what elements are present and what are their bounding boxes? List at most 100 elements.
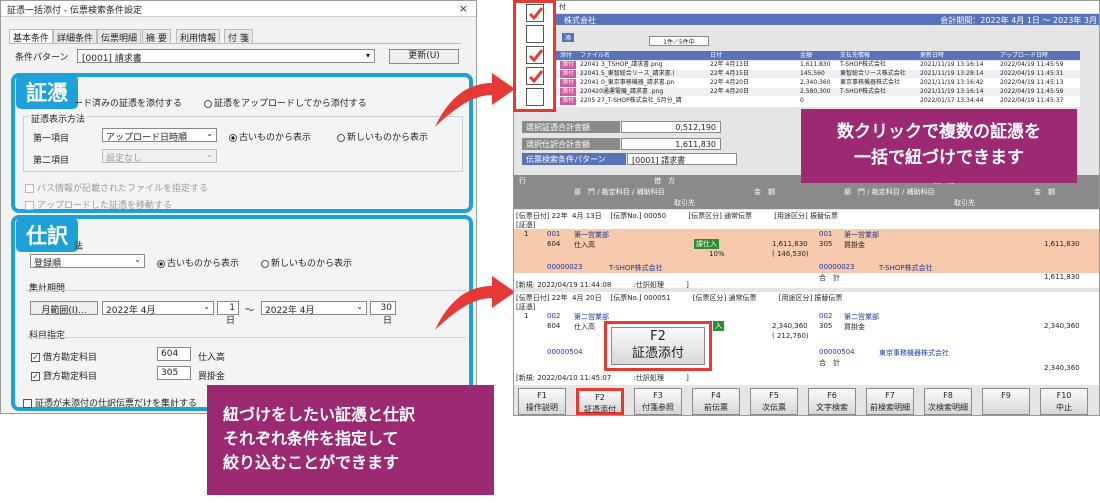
- second-item-value: 設定なし: [106, 154, 143, 164]
- total-journal-label: 選択仕訳合計金額: [522, 138, 620, 150]
- checkbox-checked-icon: ✓: [31, 353, 40, 362]
- entry1-debit-amount: 1,611,830: [772, 240, 808, 248]
- to-day-input[interactable]: 30日: [370, 301, 396, 326]
- debit-account-name: 仕入高: [198, 353, 226, 363]
- grid-row[interactable]: 添付 2205 27_T-SHOP株式会社_5月分_請 0 2022/01/17 13…: [540, 97, 1080, 105]
- function-key-f9[interactable]: F9: [982, 388, 1030, 415]
- function-key-code: F6: [827, 391, 837, 400]
- grid-cell: 2022/04/19 11:45:37: [1000, 97, 1064, 104]
- function-key-f8[interactable]: F8 次検索明細: [924, 388, 972, 415]
- attach-checkbox-checked[interactable]: [526, 67, 544, 85]
- entry2-total: 2,340,360: [1044, 364, 1080, 372]
- function-key-f6[interactable]: F6 文字検索: [808, 388, 856, 415]
- from-day-input[interactable]: 1日: [217, 301, 239, 326]
- grid-cell: 22年 4月20日: [710, 88, 749, 95]
- attach-checkbox-checked[interactable]: [526, 46, 544, 64]
- checkbox-checked-icon: ✓: [31, 372, 40, 381]
- credit-account-check[interactable]: ✓ 貸方勘定科目: [31, 369, 97, 382]
- voucher-order-new[interactable]: 新しいものから表示: [337, 130, 428, 143]
- grid-cell: 2022/04/19 11:45:59: [1000, 88, 1064, 95]
- grid-row[interactable]: 添付 22041 0_東京事務機器_請求書.pn 22年 4月20日 2,340,36…: [540, 79, 1080, 87]
- tab-detail[interactable]: 詳細条件: [53, 29, 98, 44]
- first-item-select[interactable]: アップロード日時順 ⌄: [102, 128, 217, 143]
- function-key-f7[interactable]: F7 前検索明細: [866, 388, 914, 415]
- grid-col-file: ファイル名: [580, 52, 611, 59]
- journal-method-value: 登録順: [34, 259, 62, 269]
- journal-col-debit: 借 方: [654, 177, 675, 185]
- unattached-only-check[interactable]: 証憑が未添付の仕訳伝票だけを集計する: [23, 396, 197, 409]
- journal-method-select[interactable]: 登録順 ⌄: [30, 254, 145, 269]
- credit-code-input[interactable]: 305: [157, 366, 191, 380]
- voucher-order-old[interactable]: 古いものから表示: [229, 130, 311, 143]
- f2-popup-button[interactable]: F2 証憑添付: [611, 327, 705, 365]
- tab-usage[interactable]: 利用情報: [176, 29, 221, 44]
- grid-col-amount: 金額: [800, 52, 813, 59]
- grid-row[interactable]: 添付 220420通運電機_請求書 .png 22年 4月20日 2,580,300 T…: [540, 88, 1080, 96]
- tab-sticky[interactable]: 付 箋: [224, 29, 253, 44]
- right-callout: 数クリックで複数の証憑を 一括で紐づけできます: [801, 109, 1077, 183]
- function-key-f2[interactable]: F2 証憑添付: [576, 388, 624, 415]
- entry2-debit-acct-code: 604: [547, 322, 561, 330]
- tab-summary[interactable]: 摘 要: [142, 29, 171, 44]
- function-key-label: 中止: [1056, 403, 1072, 412]
- pattern-select[interactable]: [0001] 請求書 ▾: [77, 49, 375, 64]
- grid-row[interactable]: 添付 22041 3_TSHOP_請求書.png 22年 4月13日 1,611,83…: [540, 61, 1080, 69]
- grid-cell: 添付: [560, 88, 577, 96]
- entry2-debit-partner-code: 00000504: [547, 348, 583, 356]
- to-month-select[interactable]: 2022年 4月 ⌄: [261, 301, 367, 316]
- debit-account-check[interactable]: ✓ 借方勘定科目: [31, 350, 97, 363]
- radio-icon: [261, 259, 269, 268]
- f2-popup-key: F2: [650, 329, 666, 344]
- radio-selected-icon: [157, 259, 165, 268]
- journal-entry-1[interactable]: [伝票日付] 22年 4月 13日 [伝票No.] 00050 [伝票区分] 通…: [514, 210, 1099, 289]
- from-month-value: 2022年 4月: [106, 306, 156, 316]
- entry1-debit-dept-code: 001: [547, 230, 561, 238]
- second-item-select[interactable]: 設定なし ⌄: [102, 149, 217, 164]
- range-tilde: ～: [245, 306, 255, 316]
- entry1-total: 1,611,830: [1044, 273, 1080, 281]
- company-name: 株式会社: [564, 16, 596, 25]
- checkbox-icon: [25, 184, 34, 193]
- grid-cell: T-SHOP株式会社: [840, 61, 886, 68]
- function-key-f4[interactable]: F4 前伝票: [692, 388, 740, 415]
- period-unit-button[interactable]: 月範囲(I)...: [30, 301, 98, 316]
- from-month-select[interactable]: 2022年 4月 ⌄: [102, 301, 214, 316]
- check-path-info[interactable]: パス情報が記載されたファイルを指定する: [25, 181, 208, 194]
- function-key-f1[interactable]: F1 操作説明: [518, 388, 566, 415]
- grid-cell: 2022/04/19 11:45:13: [1000, 79, 1064, 86]
- first-item-label: 第一項目: [33, 134, 70, 144]
- entry2-credit-acct: 買掛金: [844, 323, 865, 331]
- entry2-credit-dept: 第二営業部: [844, 313, 879, 321]
- checkbox-icon: [23, 399, 32, 408]
- function-key-label: 前伝票: [704, 403, 728, 412]
- voucher-option-existing[interactable]: ード済みの証憑を添付する: [74, 96, 182, 109]
- attach-checkbox[interactable]: [526, 25, 544, 43]
- grid-cell: 2021/11/19 13:16:14: [920, 88, 984, 95]
- check-path-info-label: パス情報が記載されたファイルを指定する: [37, 184, 209, 194]
- grid-row[interactable]: 添付 22041 5_東智総合リース_請求書.(22年 4月15日 145,560 東…: [540, 70, 1080, 78]
- tab-voucher-detail[interactable]: 伝票明細: [97, 29, 142, 44]
- journal-order-new[interactable]: 新しいものから表示: [261, 256, 352, 269]
- entry1-credit-partner: T-SHOP株式会社: [879, 264, 933, 272]
- entry1-debit-partner: T-SHOP株式会社: [609, 264, 663, 272]
- voucher-option-upload[interactable]: 証憑をアップロードしてから添付する: [204, 96, 367, 109]
- grid-col-updated: 更新日時: [920, 52, 945, 59]
- function-key-f5[interactable]: F5 次伝票: [750, 388, 798, 415]
- tab-basic[interactable]: 基本条件: [9, 29, 54, 44]
- dialog-title: 証憑一括添付 - 伝票検索条件設定: [1, 1, 476, 17]
- period-divider: [26, 290, 466, 291]
- journal-entry-2[interactable]: [伝票日付] 22年 4月 20日 [伝票No.] 000051 [伝票区分] …: [514, 292, 1099, 385]
- journal-method-label: 法: [74, 242, 84, 252]
- close-icon[interactable]: ×: [459, 2, 468, 15]
- journal-order-old[interactable]: 古いものから表示: [157, 256, 239, 269]
- grid-cell: 2021/11/19 13:28:14: [920, 70, 984, 77]
- function-key-f3[interactable]: F3 付箋参照: [634, 388, 682, 415]
- check-move-uploaded[interactable]: アップロードした証憑を移動する: [25, 198, 172, 211]
- chevron-down-icon: ⌄: [206, 150, 213, 159]
- function-key-f10[interactable]: F10 中止: [1040, 388, 1088, 415]
- debit-code-input[interactable]: 604: [157, 347, 191, 361]
- entry1-credit-amount: 1,611,830: [1044, 240, 1080, 248]
- entry1-head: [伝票日付] 22年 4月 13日 [伝票No.] 00050 [伝票区分] 通…: [516, 212, 838, 220]
- attach-checkbox-checked[interactable]: [526, 4, 544, 22]
- attach-checkbox[interactable]: [526, 88, 544, 106]
